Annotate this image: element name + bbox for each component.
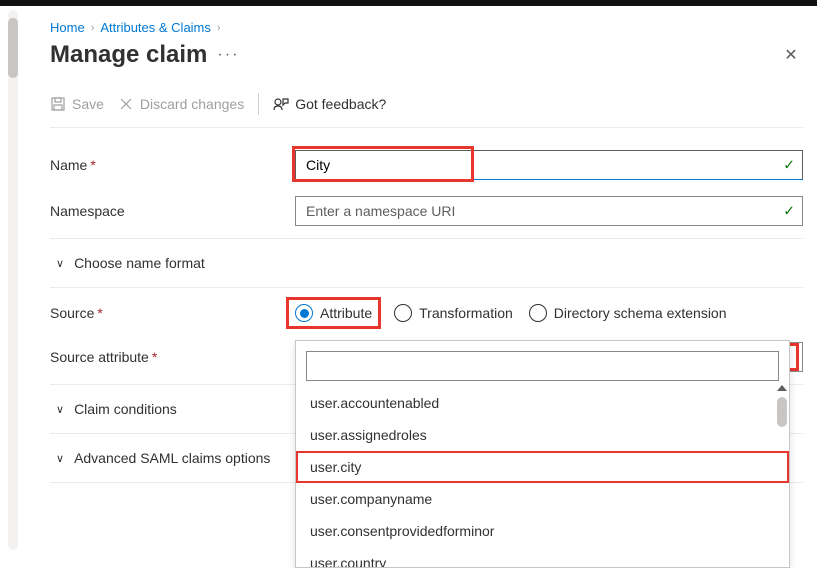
dropdown-option[interactable]: user.accountenabled [296,387,789,419]
chevron-down-icon: ∨ [56,403,64,416]
discard-icon [118,96,134,112]
radio-transformation[interactable]: Transformation [394,304,513,322]
dropdown-options: user.accountenableduser.assignedrolesuse… [296,387,789,567]
expander-name-format[interactable]: ∨ Choose name format [50,243,803,283]
check-icon: ✓ [783,203,795,220]
dropdown-option[interactable]: user.city [296,451,789,483]
save-icon [50,96,66,112]
save-button[interactable]: Save [50,96,104,112]
chevron-right-icon: › [217,22,221,34]
dropdown-option[interactable]: user.assignedroles [296,419,789,451]
namespace-input[interactable] [295,196,803,226]
namespace-label: Namespace [50,203,295,219]
page-scrollbar-thumb[interactable] [8,18,18,78]
feedback-icon [273,96,289,112]
page-title: Manage claim [50,41,207,69]
breadcrumb-attributes[interactable]: Attributes & Claims [100,20,211,35]
more-icon[interactable]: ··· [217,46,239,64]
radio-directory-schema[interactable]: Directory schema extension [529,304,727,322]
breadcrumb: Home › Attributes & Claims › [50,14,803,39]
dropdown-scrollbar[interactable] [777,397,787,567]
discard-button[interactable]: Discard changes [118,96,244,112]
dropdown-search-input[interactable] [306,351,779,381]
chevron-right-icon: › [91,22,95,34]
dropdown-option[interactable]: user.consentprovidedforminor [296,515,789,547]
source-attribute-label: Source attribute* [50,349,295,365]
page-scrollbar-track [8,10,18,550]
close-button[interactable]: ✕ [779,43,803,67]
chevron-down-icon: ∨ [56,452,64,465]
source-label: Source* [50,305,295,321]
name-input[interactable] [295,150,803,180]
radio-attribute[interactable]: Attribute [289,300,378,326]
breadcrumb-home[interactable]: Home [50,20,85,35]
name-label: Name* [50,157,295,173]
dropdown-option[interactable]: user.companyname [296,483,789,515]
toolbar: Save Discard changes Got feedback? [50,87,803,128]
chevron-down-icon: ∨ [56,257,64,270]
source-attribute-dropdown-panel: user.accountenableduser.assignedrolesuse… [295,340,790,568]
dropdown-option[interactable]: user.country [296,547,789,567]
check-icon: ✓ [783,157,795,174]
feedback-button[interactable]: Got feedback? [273,96,386,112]
